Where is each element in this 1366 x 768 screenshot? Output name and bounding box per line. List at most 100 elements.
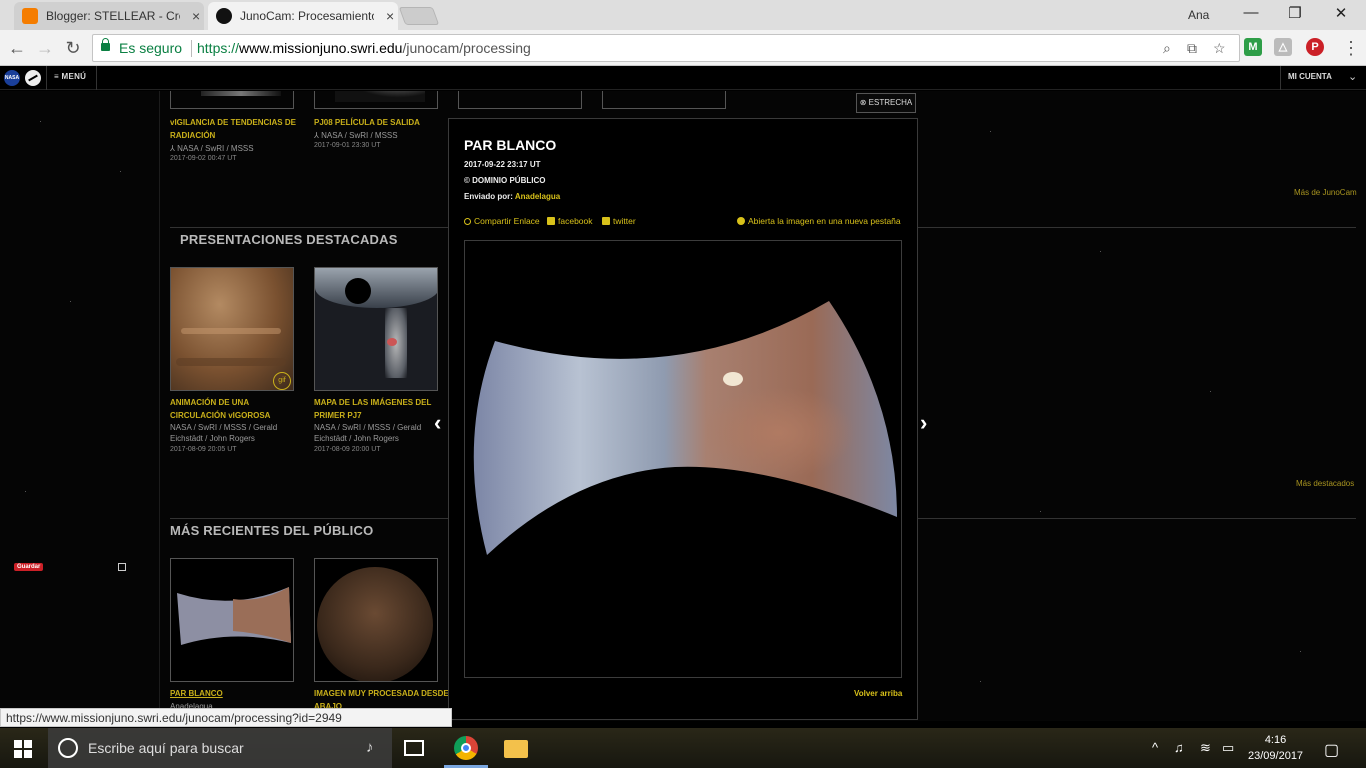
card-date: 2017-09-02 00:47 UT <box>170 155 237 162</box>
back-to-top-link[interactable]: Volver arriba <box>854 689 902 698</box>
jupiter-image[interactable] <box>464 240 902 678</box>
sent-by-label: Enviado por: <box>464 192 515 201</box>
url-text[interactable]: https://www.missionjuno.swri.edu/junocam… <box>197 40 531 56</box>
facebook-share-button[interactable]: facebook <box>547 216 593 226</box>
next-image-arrow[interactable]: › <box>920 410 927 436</box>
pinterest-icon[interactable]: P <box>1306 38 1324 56</box>
thumb-hidden[interactable] <box>458 91 582 109</box>
tab-blogger[interactable]: Blogger: STELLEAR - Cre × <box>14 2 204 30</box>
chrome-menu-icon[interactable]: ⋮ <box>1340 37 1362 59</box>
menu-button[interactable]: ≡ MENÚ <box>54 72 86 81</box>
pinterest-save-button[interactable]: Guardar <box>14 563 44 571</box>
maximize-button[interactable]: ❐ <box>1272 4 1318 26</box>
volume-icon[interactable]: ♫ <box>1174 740 1184 755</box>
juno-logo[interactable] <box>25 70 41 86</box>
forward-arrow-icon[interactable]: → <box>34 37 56 59</box>
taskbar-clock[interactable]: 4:16 23/09/2017 <box>1248 732 1303 764</box>
lock-icon <box>101 38 110 51</box>
card-credit: ⅄ NASA / SwRI / MSSS <box>314 131 398 140</box>
link-icon <box>464 218 471 225</box>
public-section-title: MÁS RECIENTES DEL PÚBLICO <box>170 523 374 538</box>
extension-icon[interactable]: M <box>1244 38 1262 56</box>
close-modal-button[interactable]: ⊗ ESTRECHA <box>856 93 916 113</box>
address-bar[interactable]: Es seguro https://www.missionjuno.swri.e… <box>92 34 1240 62</box>
profile-name[interactable]: Ana <box>1188 8 1209 22</box>
nasa-logo[interactable]: NASA <box>4 70 20 86</box>
omnibox-divider <box>191 40 192 57</box>
reload-icon[interactable]: ↻ <box>62 37 84 59</box>
thumb-par-blanco[interactable] <box>170 558 294 682</box>
minimize-button[interactable]: — <box>1228 4 1274 26</box>
expand-icon[interactable] <box>118 563 126 571</box>
thumb-hidden[interactable] <box>602 91 726 109</box>
windows-start-icon[interactable] <box>14 740 32 758</box>
card-title[interactable]: PAR BLANCO <box>170 687 223 700</box>
close-window-button[interactable]: ✕ <box>1318 4 1364 26</box>
thumb-radiation[interactable] <box>170 91 294 109</box>
card-title[interactable]: PJ08 PELÍCULA DE SALIDA <box>314 116 420 129</box>
thumb-vigorous-circulation[interactable]: gif <box>170 267 294 391</box>
close-tab-icon[interactable]: × <box>382 8 398 24</box>
thumb-processed[interactable] <box>314 558 438 682</box>
tab-junocam[interactable]: JunoCam: Procesamiento × <box>208 2 398 30</box>
task-view-icon[interactable] <box>404 740 424 756</box>
browser-tab-strip: Blogger: STELLEAR - Cre × JunoCam: Proce… <box>0 0 1366 30</box>
modal-title: PAR BLANCO <box>464 137 557 153</box>
taskbar-search[interactable]: Escribe aquí para buscar ♪ <box>48 728 392 768</box>
twitter-icon <box>602 217 610 225</box>
cortana-icon <box>58 738 78 758</box>
card-title[interactable]: ANIMACIÓN DE UNA CIRCULACIÓN vIGOROSA <box>170 396 270 422</box>
url-path: /junocam/processing <box>402 40 531 56</box>
account-button[interactable]: MI CUENTA <box>1288 72 1332 81</box>
modal-date: 2017-09-22 23:17 UT <box>464 160 541 169</box>
card-title[interactable]: MAPA DE LAS IMÁGENES DEL PRIMER PJ7 <box>314 396 431 422</box>
modal-license: © DOMINIO PÚBLICO <box>464 176 546 185</box>
thumb-pj08[interactable] <box>314 91 438 109</box>
white-oval-spot <box>723 372 743 386</box>
header-divider <box>96 66 97 90</box>
wifi-icon[interactable]: ≋ <box>1200 740 1211 756</box>
left-divider <box>159 91 160 721</box>
taskbar-search-placeholder: Escribe aquí para buscar <box>88 740 244 756</box>
header-divider <box>1280 66 1281 90</box>
open-icon <box>737 217 745 225</box>
secure-label: Es seguro <box>119 40 183 56</box>
gif-badge: gif <box>273 372 291 390</box>
junocam-icon <box>216 8 232 24</box>
chevron-down-icon[interactable]: ⌄ <box>1348 70 1357 83</box>
card-date: 2017-08-09 20:05 UT <box>170 446 237 453</box>
back-arrow-icon[interactable]: ← <box>6 37 28 59</box>
card-title[interactable]: vIGILANCIA DE TENDENCIAS DE RADIACIÓN <box>170 116 296 142</box>
open-new-tab-link[interactable]: Abierta la imagen en una nueva pestaña <box>737 216 901 226</box>
battery-icon[interactable]: ▭ <box>1222 740 1234 756</box>
tab-title: Blogger: STELLEAR - Cre <box>46 9 181 23</box>
twitter-share-button[interactable]: twitter <box>602 216 636 226</box>
windows-taskbar: Escribe aquí para buscar ♪ ^ ♫ ≋ ▭ 4:16 2… <box>0 728 1366 768</box>
notification-icon[interactable]: ▢ <box>1324 740 1339 760</box>
thumb-pj7-map[interactable] <box>314 267 438 391</box>
search-icon[interactable]: ⌕ <box>1163 40 1171 57</box>
url-scheme: https:// <box>197 40 240 56</box>
more-featured-link[interactable]: Más destacados <box>1296 479 1354 488</box>
tab-title: JunoCam: Procesamiento <box>240 9 375 23</box>
new-tab-button[interactable] <box>398 7 440 25</box>
browser-toolbar: ← → ↻ Es seguro https://www.missionjuno.… <box>0 30 1366 66</box>
card-date: 2017-08-09 20:00 UT <box>314 446 381 453</box>
author-link[interactable]: Anadelagua <box>515 192 560 201</box>
microphone-icon[interactable]: ♪ <box>366 739 374 756</box>
modal-author: Enviado por: Anadelagua <box>464 192 560 201</box>
card-credit: ⅄ NASA / SwRI / MSSS <box>170 144 254 153</box>
close-tab-icon[interactable]: × <box>188 8 204 24</box>
more-junocam-link[interactable]: Más de JunoCam <box>1294 188 1357 197</box>
blogger-icon <box>22 8 38 24</box>
translate-icon[interactable]: ⧉ <box>1187 40 1197 57</box>
previous-image-arrow[interactable]: ‹ <box>434 410 441 436</box>
share-link-button[interactable]: Compartir Enlace <box>464 216 540 226</box>
chrome-taskbar-icon[interactable] <box>454 736 478 760</box>
bookmark-star-icon[interactable]: ☆ <box>1213 40 1226 57</box>
featured-section-title: PRESENTACIONES DESTACADAS <box>180 232 398 247</box>
tray-chevron-icon[interactable]: ^ <box>1152 740 1158 755</box>
card-date: 2017-09-01 23:30 UT <box>314 142 381 149</box>
file-explorer-icon[interactable] <box>504 740 528 758</box>
extension-grey-icon[interactable]: △ <box>1274 38 1292 56</box>
